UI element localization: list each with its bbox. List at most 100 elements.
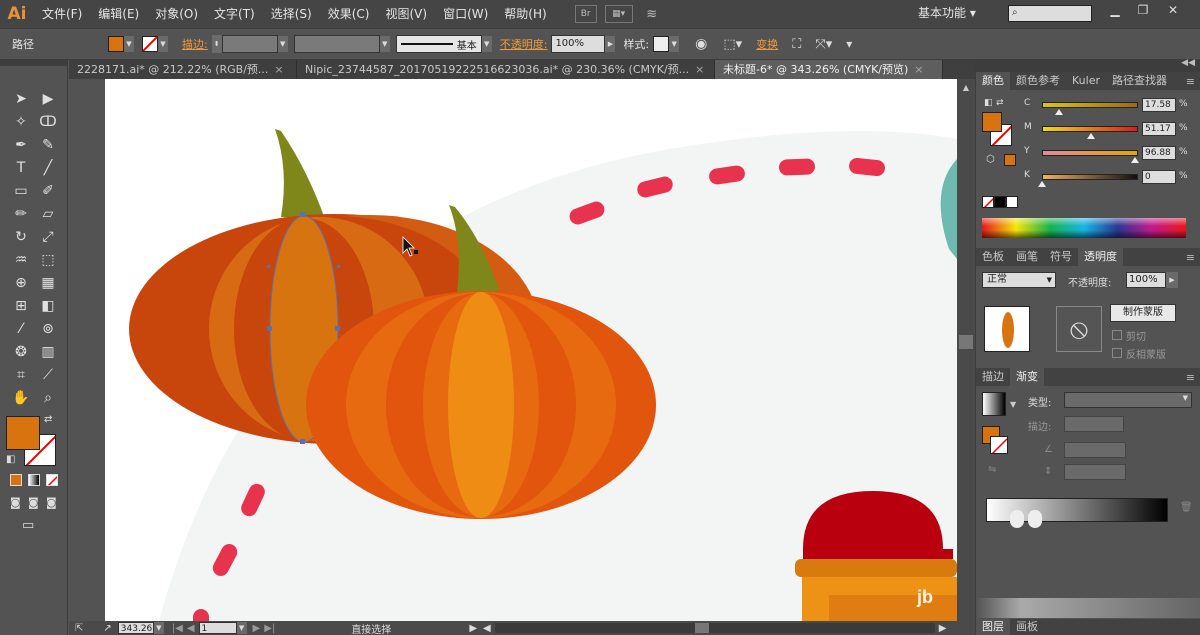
prev-artboard-icon[interactable]: ◀ xyxy=(187,623,195,634)
color-slider-value[interactable]: 51.17 xyxy=(1142,122,1176,136)
make-mask-button[interactable]: 制作蒙版 xyxy=(1110,304,1176,322)
style-dropdown-icon[interactable]: ▼ xyxy=(669,36,680,52)
recolor-artwork-icon[interactable]: ◉ xyxy=(695,36,707,52)
aspect-ratio-field[interactable] xyxy=(1064,464,1126,480)
minimize-button[interactable]: ▁ xyxy=(1102,2,1128,18)
stroke-weight-dropdown-icon[interactable]: ▼ xyxy=(277,36,288,52)
artboard-artwork[interactable]: jb xyxy=(69,79,957,621)
search-input[interactable] xyxy=(1008,5,1092,22)
perspective-icon[interactable]: ▦ xyxy=(37,272,59,294)
next-artboard-icon[interactable]: ▶ xyxy=(253,623,261,634)
color-slider-m[interactable]: M 51.17% xyxy=(976,120,1200,140)
stroke-weight-field[interactable] xyxy=(221,35,278,53)
white-color-swatch[interactable] xyxy=(1006,196,1018,208)
screen-mode-icon[interactable]: ▭ xyxy=(22,518,34,533)
menu-select[interactable]: 选择(S) xyxy=(263,0,320,28)
hscroll-left-icon[interactable]: ◀ xyxy=(483,623,491,634)
tab-gradient[interactable]: 渐变 xyxy=(1010,368,1044,386)
rectangle-icon[interactable]: ▭ xyxy=(10,180,32,202)
draw-inside-icon[interactable]: ◙ xyxy=(46,496,57,509)
menu-object[interactable]: 对象(O) xyxy=(147,0,206,28)
lasso-icon[interactable]: ↀ xyxy=(37,111,59,133)
gradient-preview-swatch[interactable] xyxy=(982,392,1006,416)
status-menu-icon[interactable]: ▶ xyxy=(469,623,477,634)
color-slider-track[interactable] xyxy=(1042,174,1138,180)
tab-document-3[interactable]: 未标题-6* @ 343.26% (CMYK/预览) × xyxy=(715,60,943,79)
stroke-stepper-icon[interactable]: ⬍ xyxy=(211,35,222,53)
mesh-icon[interactable]: ⊞ xyxy=(10,295,32,317)
brush-definition[interactable]: 基本 xyxy=(395,35,482,53)
close-button[interactable]: ✕ xyxy=(1160,2,1186,18)
color-slider-track[interactable] xyxy=(1042,126,1138,132)
gpu-performance-icon[interactable]: ≋ xyxy=(641,5,663,23)
pencil-icon[interactable]: ✏ xyxy=(10,203,32,225)
scroll-thumb[interactable] xyxy=(959,335,973,349)
color-slider-thumb[interactable] xyxy=(1086,133,1095,139)
graphic-style-swatch[interactable] xyxy=(653,36,670,52)
reverse-gradient-icon[interactable]: ⇋ xyxy=(988,464,996,475)
delete-stop-icon[interactable]: 🗑 xyxy=(1180,502,1193,513)
gradient-type-select[interactable]: ▼ xyxy=(1064,392,1192,408)
artboard-number-field[interactable]: 1 xyxy=(198,622,237,634)
opacity-input[interactable]: 100% xyxy=(1126,272,1166,288)
paintbrush-icon[interactable]: ✐ xyxy=(37,180,59,202)
warp-icon[interactable]: ♒ xyxy=(10,249,32,271)
stroke-swatch[interactable] xyxy=(142,36,158,52)
color-slider-value[interactable]: 17.58 xyxy=(1142,98,1176,112)
panel-options-icon[interactable]: ≡ xyxy=(1186,75,1195,88)
transform-options-icon[interactable]: ⤧▾ xyxy=(815,37,832,52)
transform-link[interactable]: 变换 xyxy=(756,36,778,52)
artboard-nav-icon[interactable]: ⇱ xyxy=(75,623,83,634)
tab-close-icon[interactable]: × xyxy=(914,63,923,76)
angle-field[interactable] xyxy=(1064,442,1126,458)
opacity-link[interactable]: 不透明度: xyxy=(500,36,548,52)
fill-dropdown-icon[interactable]: ▼ xyxy=(124,36,134,52)
gradient-icon[interactable]: ◧ xyxy=(37,295,59,317)
gradient-preset-dropdown-icon[interactable]: ▼ xyxy=(1010,400,1016,409)
menu-type[interactable]: 文字(T) xyxy=(206,0,263,28)
first-artboard-icon[interactable]: |◀ xyxy=(172,623,183,634)
eyedropper-icon[interactable]: ⁄ xyxy=(10,318,32,340)
panel-options-icon[interactable]: ≡ xyxy=(1186,371,1195,384)
slice-icon[interactable]: ⟋ xyxy=(37,364,59,386)
line-icon[interactable]: ╱ xyxy=(37,157,59,179)
swap-fill-stroke-icon[interactable]: ⇄ xyxy=(44,414,52,425)
color-slider-k[interactable]: K 0% xyxy=(976,168,1200,188)
color-mode-icon[interactable] xyxy=(10,474,22,486)
direct-selection-icon[interactable]: ▶ xyxy=(37,88,59,110)
color-spectrum[interactable] xyxy=(982,218,1186,238)
invert-mask-checkbox[interactable] xyxy=(1112,348,1122,358)
menu-view[interactable]: 视图(V) xyxy=(377,0,435,28)
gradient-stroke-swatch[interactable] xyxy=(990,436,1008,454)
selection-icon[interactable]: ➤ xyxy=(10,88,32,110)
color-slider-thumb[interactable] xyxy=(1038,181,1046,187)
tab-close-icon[interactable]: × xyxy=(274,63,283,76)
menu-help[interactable]: 帮助(H) xyxy=(496,0,554,28)
opacity-field[interactable]: 100% xyxy=(551,35,606,53)
last-artboard-icon[interactable]: ▶| xyxy=(264,623,275,634)
blend-mode-select[interactable]: 正常 ▼ xyxy=(982,272,1056,288)
default-fill-stroke-icon[interactable]: ◧ xyxy=(6,454,15,465)
magic-wand-icon[interactable]: ✧ xyxy=(10,111,32,133)
menu-file[interactable]: 文件(F) xyxy=(34,0,90,28)
draw-normal-icon[interactable]: ◙ xyxy=(10,496,21,509)
menu-window[interactable]: 窗口(W) xyxy=(435,0,496,28)
gradient-stop[interactable] xyxy=(1010,510,1024,528)
curvature-icon[interactable]: ✎ xyxy=(37,134,59,156)
blend-icon[interactable]: ⊚ xyxy=(37,318,59,340)
opacity-arrow-icon[interactable]: ▶ xyxy=(605,36,616,52)
stroke-dropdown-icon[interactable]: ▼ xyxy=(158,36,168,52)
black-color-swatch[interactable] xyxy=(994,196,1006,208)
rotate-icon[interactable]: ↻ xyxy=(10,226,32,248)
color-slider-y[interactable]: Y 96.88% xyxy=(976,144,1200,164)
tab-pathfinder[interactable]: 路径查找器 xyxy=(1106,72,1173,90)
free-transform-icon[interactable]: ⬚ xyxy=(37,249,59,271)
gradient-stroke-buttons[interactable] xyxy=(1064,416,1124,432)
vertical-scrollbar[interactable]: ▲ xyxy=(957,79,975,621)
gradient-mode-icon[interactable] xyxy=(28,474,40,486)
color-slider-c[interactable]: C 17.58% xyxy=(976,96,1200,116)
tab-kuler[interactable]: Kuler xyxy=(1066,72,1106,90)
tab-transparency[interactable]: 透明度 xyxy=(1078,248,1123,266)
menu-effect[interactable]: 效果(C) xyxy=(320,0,378,28)
opacity-slider-icon[interactable]: ▶ xyxy=(1166,272,1178,288)
